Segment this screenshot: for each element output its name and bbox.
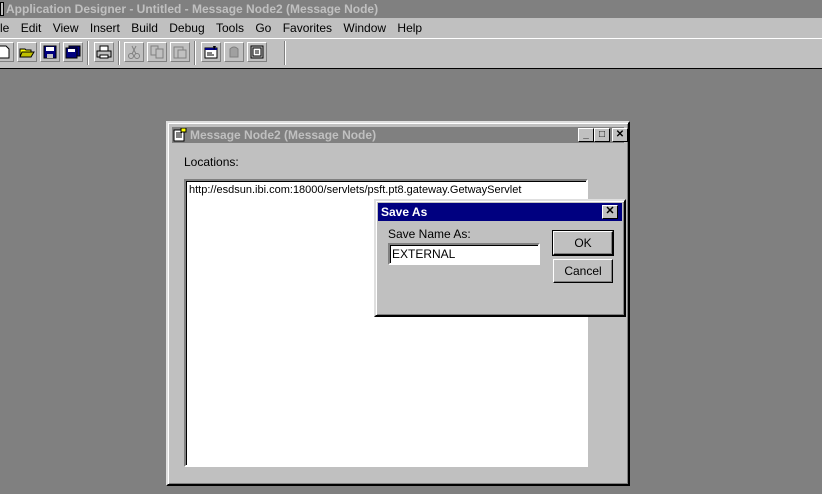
open-folder-icon[interactable] <box>17 42 37 62</box>
toolbar-separator <box>118 41 120 65</box>
save-name-input[interactable] <box>388 243 540 265</box>
toolbar-separator <box>284 41 286 65</box>
paste-icon[interactable] <box>170 42 190 62</box>
menu-tools[interactable]: Tools <box>212 18 248 38</box>
toolbar-separator <box>87 41 89 65</box>
document-icon <box>173 127 187 142</box>
cancel-button[interactable]: Cancel <box>553 259 613 283</box>
toolbar-separator <box>194 41 196 65</box>
toolbar <box>0 38 822 69</box>
menu-build[interactable]: Build <box>127 18 162 38</box>
message-node-title: Message Node2 (Message Node) <box>190 128 377 142</box>
menu-favorites[interactable]: Favorites <box>279 18 336 38</box>
print-icon[interactable] <box>94 42 114 62</box>
new-icon[interactable] <box>0 42 14 62</box>
minimize-icon[interactable]: _ <box>578 128 594 142</box>
close-icon[interactable]: ✕ <box>602 205 618 219</box>
app-icon[interactable] <box>0 2 4 16</box>
app-titlebar[interactable]: Application Designer - Untitled - Messag… <box>0 0 822 18</box>
message-node-titlebar[interactable]: Message Node2 (Message Node) _ □ ✕ <box>172 127 628 143</box>
save-all-icon[interactable] <box>63 42 83 62</box>
maximize-icon[interactable]: □ <box>594 128 610 142</box>
locations-label: Locations: <box>184 155 239 169</box>
save-as-titlebar[interactable]: Save As ✕ <box>378 203 622 221</box>
project-icon[interactable] <box>247 42 267 62</box>
menu-help[interactable]: Help <box>393 18 426 38</box>
build-icon[interactable] <box>224 42 244 62</box>
menu-insert[interactable]: Insert <box>86 18 124 38</box>
menu-go[interactable]: Go <box>251 18 275 38</box>
save-icon[interactable] <box>40 42 60 62</box>
save-as-title: Save As <box>381 205 428 219</box>
menu-window[interactable]: Window <box>339 18 390 38</box>
save-name-label: Save Name As: <box>388 227 471 241</box>
menu-bar: le Edit View Insert Build Debug Tools Go… <box>0 18 822 38</box>
menu-view[interactable]: View <box>49 18 83 38</box>
copy-icon[interactable] <box>147 42 167 62</box>
close-icon[interactable]: ✕ <box>612 128 628 142</box>
ok-button[interactable]: OK <box>552 230 614 256</box>
app-title: Application Designer - Untitled - Messag… <box>6 2 379 16</box>
properties-icon[interactable] <box>201 42 221 62</box>
save-as-dialog: Save As ✕ Save Name As: OK Cancel <box>374 199 626 317</box>
menu-edit[interactable]: Edit <box>17 18 46 38</box>
menu-debug[interactable]: Debug <box>165 18 208 38</box>
menu-file[interactable]: le <box>0 18 13 38</box>
list-item[interactable]: http://esdsun.ibi.com:18000/servlets/psf… <box>189 184 521 196</box>
cut-icon[interactable] <box>124 42 144 62</box>
